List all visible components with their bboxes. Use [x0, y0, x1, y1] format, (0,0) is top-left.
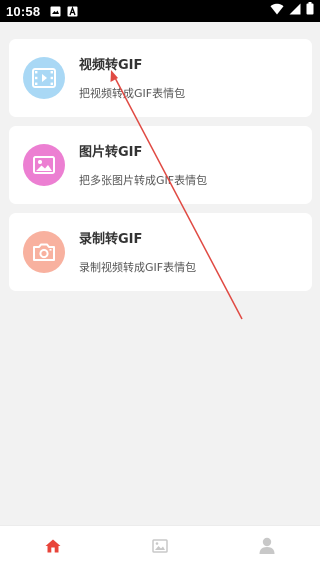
nav-home[interactable] [23, 526, 83, 569]
status-bar: 10:58 [0, 0, 320, 22]
card-title: 视频转GIF [79, 58, 143, 73]
card-title: 录制转GIF [79, 232, 143, 247]
card-images-to-gif[interactable]: 图片转GIF 把多张图片转成GIF表情包 [9, 126, 312, 204]
card-description: 把多张图片转成GIF表情包 [79, 174, 208, 187]
picture-icon [23, 144, 65, 186]
image-icon [152, 538, 168, 557]
status-right-icons [270, 2, 314, 20]
camera-icon [23, 231, 65, 273]
video-film-icon [23, 57, 65, 99]
card-video-to-gif[interactable]: 视频转GIF 把视频转成GIF表情包 [9, 39, 312, 117]
battery-icon [306, 2, 314, 20]
bottom-nav [0, 525, 320, 569]
signal-icon [289, 2, 301, 20]
card-description: 把视频转成GIF表情包 [79, 87, 186, 100]
card-title: 图片转GIF [79, 145, 143, 160]
image-icon [50, 6, 61, 17]
status-time: 10:58 [6, 3, 41, 19]
card-description: 录制视频转成GIF表情包 [79, 261, 197, 274]
user-icon [259, 537, 275, 558]
a-icon [67, 5, 78, 17]
wifi-icon [270, 2, 284, 20]
nav-images[interactable] [130, 526, 190, 569]
feature-card-list: 视频转GIF 把视频转成GIF表情包 图片转GIF 把多张图片转成GIF表情包 … [9, 39, 312, 300]
nav-profile[interactable] [237, 526, 297, 569]
card-record-to-gif[interactable]: 录制转GIF 录制视频转成GIF表情包 [9, 213, 312, 291]
home-icon [45, 538, 61, 557]
